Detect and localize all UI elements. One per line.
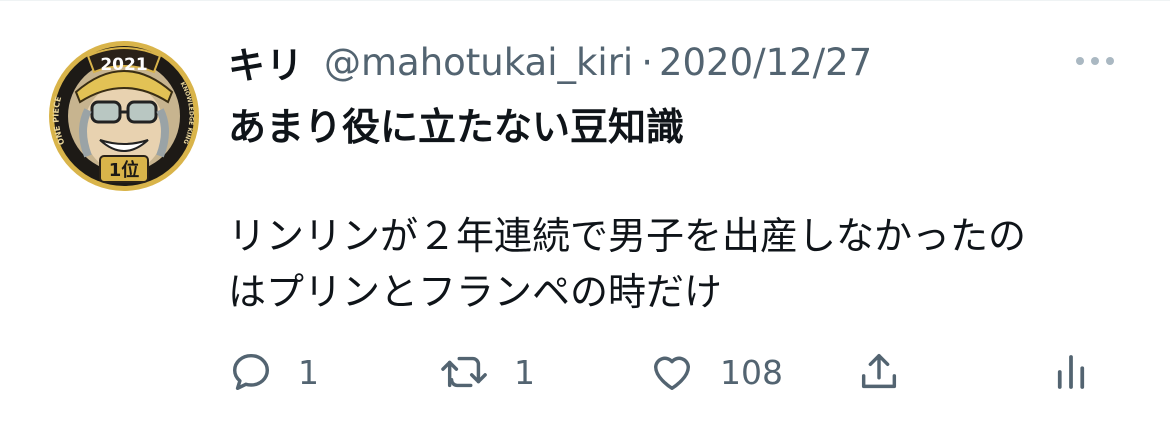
- reply-icon: [232, 353, 270, 391]
- tweet-title: あまり役に立たない豆知識: [228, 105, 685, 149]
- top-divider: [0, 0, 1170, 1]
- separator-dot: ·: [641, 40, 653, 84]
- tweet-body-line: はプリンとフランペの時だけ: [228, 270, 723, 314]
- action-bar: 1 1 108: [228, 345, 1108, 399]
- avatar[interactable]: ONE PIECE KNOWLEDGE KING 2021 1位: [48, 40, 200, 192]
- retweet-icon: [441, 356, 487, 388]
- avatar-image: ONE PIECE KNOWLEDGE KING 2021 1位: [49, 41, 199, 191]
- share-button[interactable]: [856, 345, 902, 399]
- share-icon: [861, 353, 897, 389]
- tweet-body-line: リンリンが２年連続で男子を出産しなかったの: [228, 214, 1027, 258]
- retweet-count: 1: [514, 352, 535, 392]
- like-count: 108: [720, 352, 783, 392]
- avatar-badge-year: 2021: [100, 55, 147, 75]
- user-handle[interactable]: @mahotukai_kiri: [324, 41, 633, 84]
- retweet-button[interactable]: 1: [440, 345, 535, 399]
- avatar-badge-rank: 1位: [109, 159, 140, 181]
- timestamp[interactable]: 2020/12/27: [659, 41, 872, 84]
- reply-count: 1: [298, 352, 319, 392]
- reply-button[interactable]: 1: [228, 345, 319, 399]
- analytics-icon: [1057, 355, 1085, 389]
- more-button[interactable]: [1068, 46, 1122, 76]
- display-name[interactable]: キリ: [228, 35, 304, 89]
- analytics-button[interactable]: [1056, 345, 1086, 399]
- tweet-header: キリ @mahotukai_kiri · 2020/12/27: [228, 36, 872, 88]
- heart-icon: [653, 356, 691, 391]
- like-button[interactable]: 108: [648, 345, 783, 399]
- tweet-body: リンリンが２年連続で男子を出産しなかったの はプリンとフランペの時だけ: [228, 208, 1128, 320]
- more-icon: [1076, 57, 1114, 65]
